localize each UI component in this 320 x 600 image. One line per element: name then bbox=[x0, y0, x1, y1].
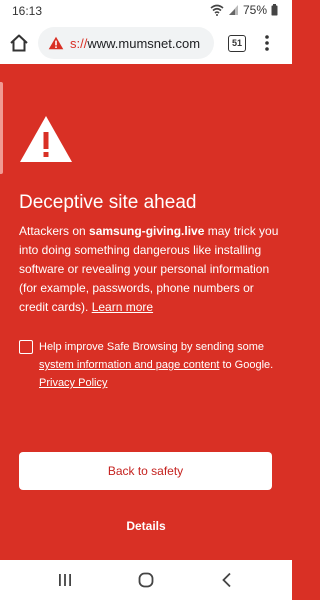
status-icons: 75% bbox=[210, 3, 278, 17]
optin-suffix: to Google. bbox=[219, 359, 274, 371]
signal-icon bbox=[228, 5, 238, 15]
learn-more-link[interactable]: Learn more bbox=[92, 300, 153, 314]
details-button[interactable]: Details bbox=[0, 519, 292, 533]
recent-apps-icon[interactable] bbox=[56, 571, 74, 589]
address-bar[interactable]: s://www.mumsnet.com bbox=[38, 27, 214, 59]
warning-prefix: Attackers on bbox=[19, 224, 90, 238]
deceptive-site-name: samsung-giving.live bbox=[89, 224, 205, 238]
url-text: s://www.mumsnet.com bbox=[70, 36, 200, 51]
browser-toolbar: s://www.mumsnet.com 51 bbox=[0, 22, 292, 64]
home-icon[interactable] bbox=[8, 32, 30, 54]
url-host: www.mumsnet.com bbox=[87, 35, 201, 51]
battery-icon bbox=[271, 4, 278, 16]
safe-browsing-interstitial: Deceptive site ahead Attackers on samsun… bbox=[0, 64, 292, 560]
system-navigation-bar bbox=[0, 560, 292, 600]
home-circle-icon[interactable] bbox=[137, 571, 155, 589]
url-scheme: s:// bbox=[70, 35, 88, 51]
optin-checkbox[interactable] bbox=[19, 340, 33, 354]
status-time: 16:13 bbox=[12, 4, 43, 18]
warning-description: Attackers on samsung-giving.live may tri… bbox=[19, 222, 279, 317]
system-info-link[interactable]: system information and page content bbox=[39, 359, 219, 371]
back-to-safety-button[interactable]: Back to safety bbox=[19, 452, 272, 490]
privacy-policy-link[interactable]: Privacy Policy bbox=[39, 377, 107, 389]
hazard-warning-icon bbox=[20, 116, 72, 162]
menu-icon[interactable] bbox=[262, 34, 272, 52]
back-icon[interactable] bbox=[218, 571, 236, 589]
page-title: Deceptive site ahead bbox=[19, 192, 197, 213]
tab-switcher-button[interactable]: 51 bbox=[228, 35, 246, 52]
optin-prefix: Help improve Safe Browsing by sending so… bbox=[39, 341, 265, 353]
warning-icon[interactable] bbox=[48, 36, 64, 50]
optin-text: Help improve Safe Browsing by sending so… bbox=[39, 338, 279, 392]
battery-percentage: 75% bbox=[242, 3, 267, 17]
scroll-edge-indicator bbox=[0, 82, 3, 174]
status-bar: 16:13 75% bbox=[0, 0, 292, 22]
wifi-icon bbox=[210, 4, 224, 16]
